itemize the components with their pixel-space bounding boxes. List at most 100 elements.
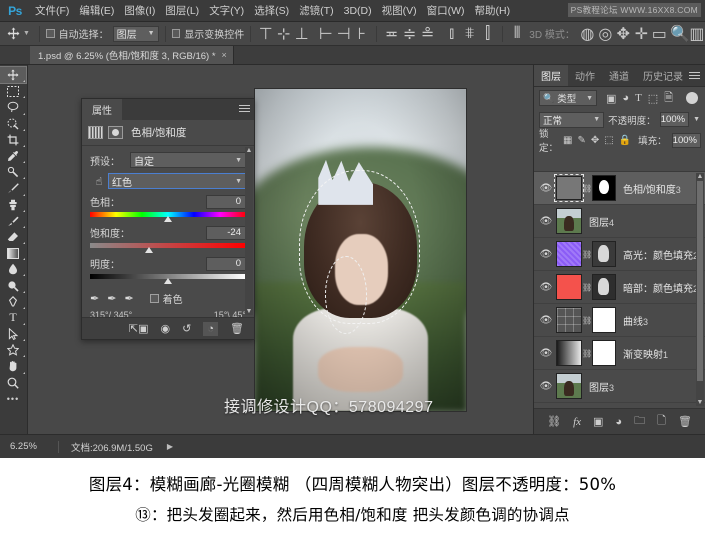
distribute-vcenter-icon[interactable]: ≑ <box>401 25 418 43</box>
scroll-down-icon[interactable]: ▼ <box>696 399 704 406</box>
tab-properties[interactable]: 属性 <box>82 99 122 120</box>
document-canvas-image[interactable] <box>255 89 466 411</box>
tab-history[interactable]: 历史记录 <box>636 65 690 86</box>
gradient-tool[interactable] <box>0 245 26 261</box>
dock-panel-menu-icon[interactable] <box>689 72 700 81</box>
drag-3d-icon[interactable]: ✥ <box>615 25 632 43</box>
distribute-hcenter-icon[interactable]: ⩨ <box>461 25 478 43</box>
layer-thumbnail[interactable] <box>556 274 582 300</box>
distribute-right-icon[interactable]: ⫿ <box>479 25 496 43</box>
close-icon[interactable]: × <box>222 50 227 60</box>
status-options-chevron-icon[interactable]: ▶ <box>153 442 173 451</box>
layer-mask-thumbnail[interactable] <box>592 340 616 366</box>
properties-scrollbar[interactable]: ▲ ▼ <box>245 147 253 315</box>
tab-actions[interactable]: 动作 <box>568 65 602 86</box>
zoom-level[interactable]: 6.25% <box>0 441 58 452</box>
link-icon[interactable]: ⛓ <box>582 283 592 292</box>
opacity-input[interactable]: 100% <box>659 112 690 127</box>
lock-position-icon[interactable]: ✥ <box>591 135 599 146</box>
link-icon[interactable]: ⛓ <box>582 250 592 259</box>
marquee-tool[interactable] <box>0 83 26 99</box>
link-layers-icon[interactable]: ⛓ <box>547 415 561 428</box>
layer-thumbnail[interactable] <box>554 174 584 202</box>
auto-select-checkbox[interactable] <box>45 29 55 38</box>
search-icon[interactable]: 🔍 <box>670 25 690 43</box>
layer-visibility-icon[interactable]: 👁 <box>536 348 556 359</box>
table-row[interactable]: 👁 ⛓ 曲线3 <box>534 304 705 337</box>
targeted-adjustment-hand-icon[interactable]: ☝ <box>90 175 108 188</box>
filter-enable-toggle[interactable] <box>686 92 698 104</box>
align-top-edges-icon[interactable]: ⊤ <box>257 25 274 43</box>
slide-3d-icon[interactable]: ✛ <box>633 25 650 43</box>
link-icon[interactable]: ⛓ <box>582 316 592 325</box>
scroll-down-icon[interactable]: ▼ <box>245 308 253 315</box>
layer-visibility-icon[interactable]: 👁 <box>536 249 556 260</box>
lock-image-pixels-icon[interactable]: ✎ <box>577 135 585 146</box>
preset-dropdown[interactable]: 自定 ▼ <box>130 152 246 168</box>
eyedropper-subtract-icon[interactable]: ✒ <box>124 292 133 305</box>
menu-item-type[interactable]: 文字(Y) <box>204 0 249 22</box>
clone-stamp-tool[interactable] <box>0 197 26 213</box>
scrollbar-thumb[interactable] <box>697 181 703 381</box>
tab-layers[interactable]: 图层 <box>534 65 568 86</box>
layers-scrollbar[interactable]: ▲ ▼ <box>696 173 704 406</box>
tab-channels[interactable]: 通道 <box>602 65 636 86</box>
layer-mask-thumbnail[interactable] <box>592 274 616 300</box>
link-icon[interactable]: ⛓ <box>582 349 592 358</box>
hand-tool[interactable] <box>0 358 26 374</box>
table-row[interactable]: 👁 ⛓ 渐变映射1 <box>534 337 705 370</box>
layer-name[interactable]: 曲线3 <box>623 313 648 328</box>
layer-thumbnail[interactable] <box>556 208 582 234</box>
lasso-tool[interactable] <box>0 99 26 115</box>
menu-item-edit[interactable]: 编辑(E) <box>74 0 119 22</box>
filter-type-text-icon[interactable]: T <box>635 92 642 104</box>
menu-item-view[interactable]: 视图(V) <box>377 0 422 22</box>
table-row[interactable]: 👁 ⛓ 暗部：颜色填充2 <box>534 271 705 304</box>
layer-thumbnail[interactable] <box>556 307 582 333</box>
menu-item-help[interactable]: 帮助(H) <box>470 0 516 22</box>
move-tool[interactable] <box>0 65 27 85</box>
filter-smart-object-icon[interactable]: 🗎 <box>664 89 673 108</box>
table-row[interactable]: 👁 图层4 <box>534 205 705 238</box>
new-layer-icon[interactable]: 🗋 <box>657 412 666 431</box>
layer-visibility-icon[interactable]: 👁 <box>536 216 556 227</box>
channel-dropdown[interactable]: 红色 ▼ <box>108 173 246 189</box>
lightness-slider[interactable] <box>90 272 246 284</box>
distribute-spacing-icon[interactable]: ⦀ <box>509 25 525 43</box>
pen-tool[interactable] <box>0 294 26 310</box>
scroll-up-icon[interactable]: ▲ <box>696 173 704 180</box>
more-tools-icon[interactable]: ••• <box>0 391 26 407</box>
saturation-slider-knob[interactable] <box>145 247 154 253</box>
align-vertical-centers-icon[interactable]: ⊹ <box>275 25 292 43</box>
roll-3d-icon[interactable]: ◎ <box>597 25 614 43</box>
add-layer-mask-icon[interactable]: ▣ <box>593 415 603 428</box>
lightness-value-input[interactable]: 0 <box>206 256 246 271</box>
brush-tool[interactable] <box>0 180 26 196</box>
menu-item-image[interactable]: 图像(I) <box>119 0 160 22</box>
menu-item-file[interactable]: 文件(F) <box>30 0 74 22</box>
quick-selection-tool[interactable] <box>0 116 26 132</box>
menu-item-filter[interactable]: 滤镜(T) <box>294 0 338 22</box>
layer-thumbnail[interactable] <box>556 241 582 267</box>
type-tool[interactable]: T <box>0 310 26 326</box>
distribute-bottom-icon[interactable]: ≗ <box>419 25 436 43</box>
colorize-checkbox-group[interactable]: 着色 <box>149 291 183 306</box>
table-row[interactable]: 👁 ⛓ 色相/饱和度3 <box>534 172 705 205</box>
layer-visibility-icon[interactable]: 👁 <box>536 183 556 194</box>
menu-item-3d[interactable]: 3D(D) <box>339 0 377 22</box>
colorize-checkbox[interactable] <box>149 294 159 303</box>
align-right-edges-icon[interactable]: ⊦ <box>353 25 370 43</box>
eyedropper-tool[interactable] <box>0 148 26 164</box>
document-tab[interactable]: 1.psd @ 6.25% (色相/饱和度 3, RGB/16) * × <box>30 45 234 64</box>
eyedropper-icon[interactable]: ✒ <box>90 292 99 305</box>
eraser-tool[interactable] <box>0 229 26 245</box>
dodge-tool[interactable] <box>0 277 26 293</box>
layer-name[interactable]: 高光：颜色填充2 <box>623 247 698 262</box>
filter-adjustment-icon[interactable]: ◕ <box>622 92 629 104</box>
menu-item-window[interactable]: 窗口(W) <box>422 0 470 22</box>
fill-input[interactable]: 100% <box>671 132 701 148</box>
layer-name[interactable]: 图层3 <box>589 379 614 394</box>
lock-all-icon[interactable]: 🔒 <box>619 135 631 146</box>
align-bottom-edges-icon[interactable]: ⊥ <box>293 25 310 43</box>
table-row[interactable]: 👁 图层3 <box>534 370 705 403</box>
